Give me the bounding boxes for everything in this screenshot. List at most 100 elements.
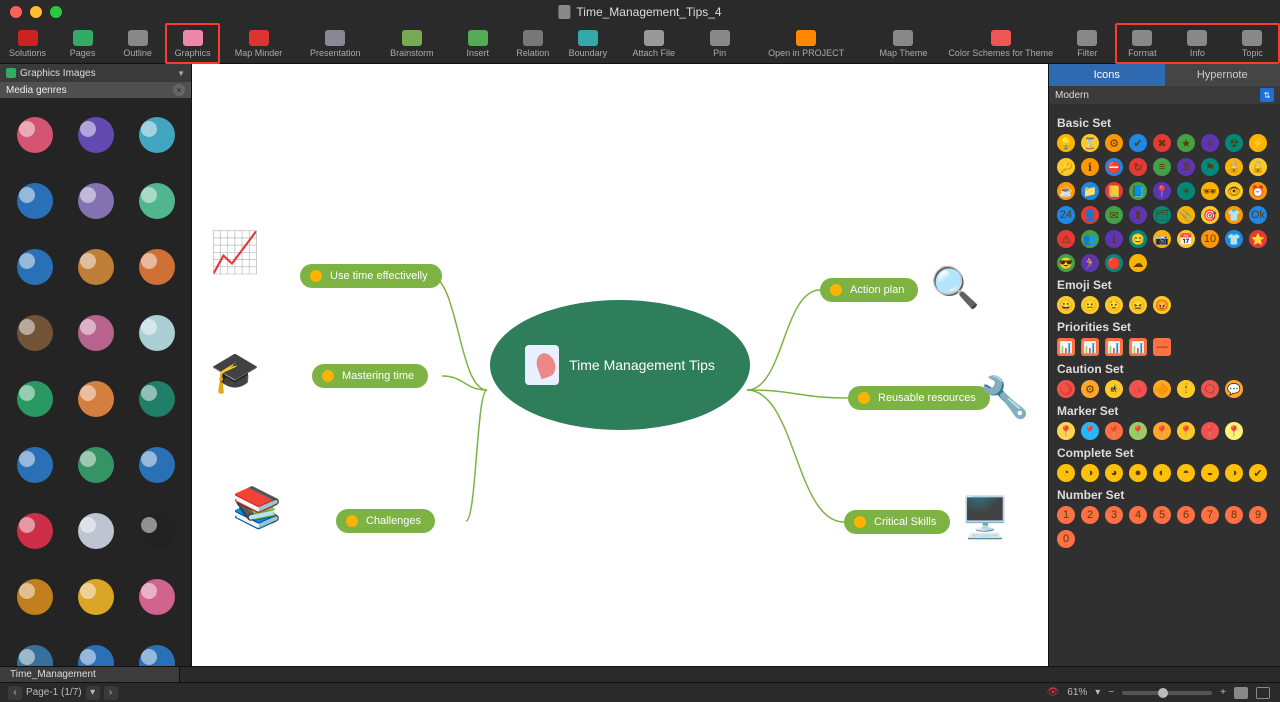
panel-icon[interactable]: 📊 — [1129, 338, 1147, 356]
panel-icon[interactable]: 7 — [1201, 506, 1219, 524]
toolbar-color-schemes-for-theme[interactable]: Color Schemes for Theme — [942, 24, 1060, 63]
document-tab[interactable]: Time_Management — [0, 667, 180, 682]
chevron-down-icon[interactable]: ▼ — [177, 69, 185, 78]
graphics-thumbnail[interactable] — [8, 502, 61, 560]
panel-icon[interactable]: $ — [1177, 158, 1195, 176]
mindmap-canvas[interactable]: Time Management Tips Use time effectivel… — [192, 64, 1048, 666]
panel-icon[interactable]: ◑ — [1225, 464, 1243, 482]
toolbar-attach-file[interactable]: Attach File — [615, 24, 692, 63]
graphics-thumbnail[interactable] — [69, 634, 122, 666]
panel-icon[interactable]: 📎 — [1177, 206, 1195, 224]
toolbar-boundary[interactable]: Boundary — [560, 24, 615, 63]
graphics-thumbnail[interactable] — [69, 238, 122, 296]
graphics-thumbnail[interactable] — [8, 172, 61, 230]
panel-icon[interactable]: 📍 — [1177, 422, 1195, 440]
topic-illustration[interactable]: 📚 — [232, 484, 282, 531]
graphics-thumbnail[interactable] — [130, 502, 183, 560]
panel-icon[interactable]: ⭐ — [1249, 230, 1267, 248]
panel-icon[interactable]: ⛔ — [1105, 158, 1123, 176]
zoom-in-button[interactable]: + — [1220, 687, 1226, 698]
graphics-thumbnail[interactable] — [69, 304, 122, 362]
panel-icon[interactable]: 📍 — [1057, 422, 1075, 440]
panel-icon[interactable]: ⬆ — [1129, 206, 1147, 224]
graphics-thumbnail[interactable] — [130, 568, 183, 626]
panel-icon[interactable]: 💬 — [1225, 380, 1243, 398]
toolbar-insert[interactable]: Insert — [450, 24, 505, 63]
panel-icon[interactable]: ℹ — [1081, 158, 1099, 176]
topic-challenges[interactable]: Challenges — [336, 509, 435, 533]
tab-icons[interactable]: Icons — [1049, 64, 1165, 86]
topic-critical-skills[interactable]: Critical Skills — [844, 510, 950, 534]
panel-icon[interactable]: 🕶 — [1201, 182, 1219, 200]
panel-icon[interactable]: ≡ — [1153, 158, 1171, 176]
panel-icon[interactable]: 🚸 — [1105, 380, 1123, 398]
toolbar-map-theme[interactable]: Map Theme — [865, 24, 942, 63]
panel-icon[interactable]: ⚛ — [1201, 134, 1219, 152]
panel-icon[interactable]: ◔ — [1057, 464, 1075, 482]
topic-action-plan[interactable]: Action plan — [820, 278, 918, 302]
toolbar-pin[interactable]: Pin — [692, 24, 747, 63]
panel-icon[interactable]: 🔑 — [1057, 158, 1075, 176]
panel-icon[interactable]: ✔ — [1249, 464, 1267, 482]
panel-icon[interactable]: ★ — [1177, 134, 1195, 152]
graphics-thumbnail[interactable] — [8, 238, 61, 296]
graphics-thumbnail[interactable] — [8, 370, 61, 428]
graphics-thumbnail[interactable] — [69, 568, 122, 626]
panel-icon[interactable]: 5 — [1153, 506, 1171, 524]
maximize-window-button[interactable] — [50, 6, 62, 18]
panel-icon[interactable]: ⚑ — [1201, 158, 1219, 176]
toolbar-solutions[interactable]: Solutions — [0, 24, 55, 63]
panel-icon[interactable]: 🗂 — [1153, 206, 1171, 224]
panel-icon[interactable]: ◕ — [1105, 464, 1123, 482]
zoom-out-button[interactable]: − — [1108, 687, 1114, 698]
panel-icon[interactable]: ☕ — [1057, 182, 1075, 200]
panel-icon[interactable]: 4 — [1129, 506, 1147, 524]
graphics-thumbnail[interactable] — [8, 634, 61, 666]
panel-icon[interactable]: 2 — [1081, 506, 1099, 524]
panel-icon[interactable]: 🕯 — [1177, 380, 1195, 398]
topic-illustration[interactable]: 🎓 — [210, 349, 260, 396]
graphics-thumbnail[interactable] — [69, 502, 122, 560]
panel-icon[interactable]: 🎯 — [1201, 206, 1219, 224]
panel-icon[interactable]: 📍 — [1105, 422, 1123, 440]
panel-icon[interactable]: ⚙ — [1105, 134, 1123, 152]
next-page-button[interactable]: › — [104, 686, 118, 700]
panel-icon[interactable]: ● — [1129, 464, 1147, 482]
panel-icon[interactable]: 📍 — [1225, 422, 1243, 440]
panel-icon[interactable]: 🏃 — [1081, 254, 1099, 272]
panel-icon[interactable]: 3 — [1105, 506, 1123, 524]
toolbar-brainstorm[interactable]: Brainstorm — [374, 24, 451, 63]
panel-icon[interactable]: 🔶 — [1153, 380, 1171, 398]
panel-icon[interactable]: ◑ — [1081, 464, 1099, 482]
zoom-slider-knob[interactable] — [1158, 688, 1168, 698]
topic-illustration[interactable]: 🖥️ — [960, 494, 1010, 541]
toolbar-filter[interactable]: Filter — [1060, 24, 1115, 63]
toolbar-outline[interactable]: Outline — [110, 24, 165, 63]
toolbar-open-in-project[interactable]: Open in PROJECT — [747, 24, 865, 63]
panel-icon[interactable]: ✉ — [1105, 206, 1123, 224]
zoom-slider[interactable] — [1122, 691, 1212, 695]
graphics-thumbnail[interactable] — [8, 304, 61, 362]
panel-icon[interactable]: 🔒 — [1225, 158, 1243, 176]
tab-hypernote[interactable]: Hypernote — [1165, 64, 1280, 86]
panel-icon[interactable]: 📊 — [1105, 338, 1123, 356]
graphics-thumbnail[interactable] — [69, 436, 122, 494]
graphics-panel-header[interactable]: Graphics Images ▼ — [0, 64, 191, 82]
panel-icon[interactable]: 😟 — [1105, 296, 1123, 314]
panel-icon[interactable]: 👕 — [1225, 206, 1243, 224]
panel-icon[interactable]: 😡 — [1153, 296, 1171, 314]
graphics-thumbnail[interactable] — [8, 436, 61, 494]
panel-icon[interactable]: ✖ — [1153, 134, 1171, 152]
panel-icon[interactable]: 📊 — [1081, 338, 1099, 356]
panel-icon[interactable]: 📍 — [1081, 422, 1099, 440]
panel-icon[interactable]: ⚠ — [1057, 230, 1075, 248]
panel-icon[interactable]: 👕 — [1225, 230, 1243, 248]
panel-icon[interactable]: ☁ — [1129, 254, 1147, 272]
panel-icon[interactable]: 6 — [1177, 506, 1195, 524]
panel-icon[interactable]: 🗨 — [1201, 380, 1219, 398]
toolbar-presentation[interactable]: Presentation — [297, 24, 374, 63]
panel-icon[interactable]: ℹ — [1105, 230, 1123, 248]
panel-icon[interactable]: 📁 — [1081, 182, 1099, 200]
graphics-thumbnail[interactable] — [8, 568, 61, 626]
graphics-thumbnail[interactable] — [130, 238, 183, 296]
